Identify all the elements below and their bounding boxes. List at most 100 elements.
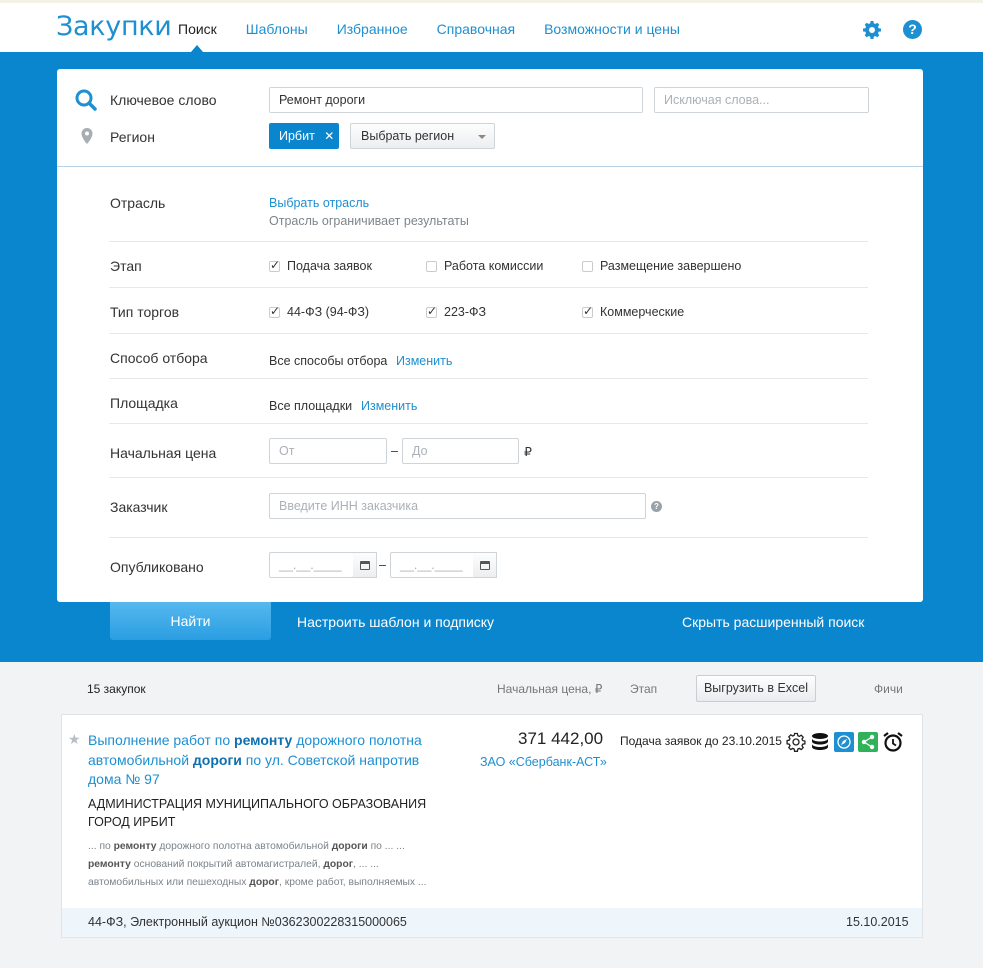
result-card: ★ Выполнение работ по ремонту дорожного … (61, 714, 923, 938)
divider (109, 378, 868, 379)
trade-checkbox-44fz[interactable]: 44-ФЗ (94-ФЗ) (269, 304, 370, 319)
top-nav-bar: Закупки Поиск Шаблоны Избранное Справочн… (0, 0, 983, 52)
compass-icon[interactable] (834, 732, 854, 752)
divider (109, 477, 868, 478)
date-to-input[interactable]: __.__.____ (390, 552, 475, 578)
currency-symbol: ₽ (524, 445, 532, 459)
divider (109, 423, 868, 424)
calendar-icon (480, 561, 490, 570)
title-text: Выполнение работ по (88, 732, 235, 748)
main-nav: Поиск Шаблоны Избранное Справочная Возмо… (178, 21, 709, 52)
customer-name[interactable]: АДМИНИСТРАЦИЯ МУНИЦИПАЛЬНОГО ОБРАЗОВАНИЯ… (88, 795, 428, 831)
customer-label: Заказчик (110, 499, 168, 515)
checkbox-label: 223-ФЗ (444, 305, 487, 319)
stage-checkbox-submission[interactable]: Подача заявок (269, 258, 372, 273)
results-count: 15 закупок (87, 682, 146, 696)
nav-search[interactable]: Поиск (178, 21, 217, 52)
industry-note: Отрасль ограничивает результаты (269, 214, 469, 228)
checkbox-empty-icon (426, 260, 437, 272)
platform-label: Площадка (110, 395, 178, 411)
export-excel-button[interactable]: Выгрузить в Excel (696, 675, 816, 702)
remove-chip-icon[interactable]: ✕ (324, 129, 334, 143)
nav-templates[interactable]: Шаблоны (246, 21, 308, 37)
favorite-star-icon[interactable]: ★ (68, 731, 81, 748)
divider (109, 241, 868, 242)
customer-inn-input[interactable]: Введите ИНН заказчика (269, 493, 646, 519)
tender-price: 371 442,00 (518, 729, 604, 748)
snippet-line: ремонту оснований покрытий автомагистрал… (88, 859, 379, 870)
checkbox-label: 44-ФЗ (94-ФЗ) (287, 305, 370, 319)
share-icon[interactable] (858, 732, 878, 752)
trade-type-label: Тип торгов (110, 304, 180, 320)
calendar-icon (360, 561, 370, 570)
keyword-label: Ключевое слово (110, 92, 217, 108)
nav-reference[interactable]: Справочная (437, 21, 515, 37)
tender-number: 44-ФЗ, Электронный аукцион №036230022831… (88, 915, 407, 929)
stage-label: Этап (110, 258, 142, 274)
exclude-words-input[interactable]: Исключая слова... (654, 87, 869, 113)
trade-checkbox-commercial[interactable]: Коммерческие (582, 304, 684, 319)
change-method-link[interactable]: Изменить (396, 354, 452, 368)
tender-title-link[interactable]: Выполнение работ по ремонту дорожного по… (88, 731, 443, 790)
snippet-line: автомобильных или пешеходных дорог, кром… (88, 877, 427, 888)
find-button[interactable]: Найти (110, 602, 271, 640)
divider (109, 537, 868, 538)
checkbox-checked-icon (582, 304, 593, 318)
sort-by-price[interactable]: Начальная цена, ₽ (497, 682, 602, 696)
chevron-down-icon (478, 135, 486, 139)
alarm-clock-icon[interactable] (882, 731, 904, 753)
title-highlight: ремонту (234, 732, 293, 748)
price-range-dash: – (391, 444, 398, 458)
hide-advanced-search-link[interactable]: Скрыть расширенный поиск (682, 614, 864, 630)
sort-by-stage[interactable]: Этап (630, 682, 657, 696)
setup-template-link[interactable]: Настроить шаблон и подписку (297, 614, 494, 630)
published-label: Опубликовано (110, 559, 204, 575)
region-select[interactable]: Выбрать регион (350, 123, 495, 149)
gear-icon[interactable] (786, 732, 806, 752)
date-to-picker[interactable] (473, 552, 497, 578)
region-select-label: Выбрать регион (361, 129, 455, 143)
region-chip-label: Ирбит (279, 129, 315, 143)
nav-favorites[interactable]: Избранное (337, 21, 408, 37)
date-range-dash: – (379, 558, 386, 572)
price-from-input[interactable]: От (269, 438, 387, 464)
price-to-input[interactable]: До (402, 438, 519, 464)
checkbox-checked-icon (426, 304, 437, 318)
start-price-label: Начальная цена (110, 445, 217, 461)
search-panel: Ключевое слово Ремонт дороги Исключая сл… (57, 69, 923, 602)
platform-value: Все площадки (269, 399, 353, 413)
coins-icon[interactable] (810, 732, 830, 752)
divider (109, 287, 868, 288)
search-main-block (57, 69, 923, 167)
date-from-input[interactable]: __.__.____ (269, 552, 354, 578)
search-icon (75, 89, 97, 111)
help-question-icon[interactable]: ? (651, 501, 662, 512)
region-label: Регион (110, 129, 155, 145)
checkbox-checked-icon (269, 304, 280, 318)
checkbox-label: Работа комиссии (444, 259, 544, 273)
trade-checkbox-223fz[interactable]: 223-ФЗ (426, 304, 487, 319)
tender-platform-link[interactable]: ЗАО «Сбербанк-АСТ» (480, 755, 607, 769)
industry-label: Отрасль (110, 195, 166, 211)
change-platform-link[interactable]: Изменить (361, 399, 417, 413)
checkbox-label: Размещение завершено (600, 259, 742, 273)
snippet-line: ... по ремонту дорожного полотна автомоб… (88, 841, 405, 852)
stage-checkbox-commission[interactable]: Работа комиссии (426, 259, 543, 273)
result-card-footer: 44-ФЗ, Электронный аукцион №036230022831… (62, 908, 922, 937)
location-pin-icon (81, 128, 93, 144)
region-chip[interactable]: Ирбит ✕ (269, 123, 339, 149)
help-icon[interactable]: ? (903, 20, 922, 39)
date-from-picker[interactable] (353, 552, 377, 578)
tender-date: 15.10.2015 (846, 915, 909, 929)
checkbox-checked-icon (269, 258, 280, 272)
settings-gear-icon[interactable] (862, 20, 882, 40)
checkbox-empty-icon (582, 260, 593, 272)
choose-industry-link[interactable]: Выбрать отрасль (269, 196, 369, 210)
nav-pricing[interactable]: Возможности и цены (544, 21, 680, 37)
stage-checkbox-completed[interactable]: Размещение завершено (582, 259, 741, 273)
selection-method-label: Способ отбора (110, 350, 208, 366)
tender-snippet: ... по ремонту дорожного полотна автомоб… (88, 838, 448, 892)
keyword-input[interactable]: Ремонт дороги (269, 87, 643, 113)
title-highlight: дороги (192, 751, 242, 768)
app-logo[interactable]: Закупки (56, 11, 172, 42)
